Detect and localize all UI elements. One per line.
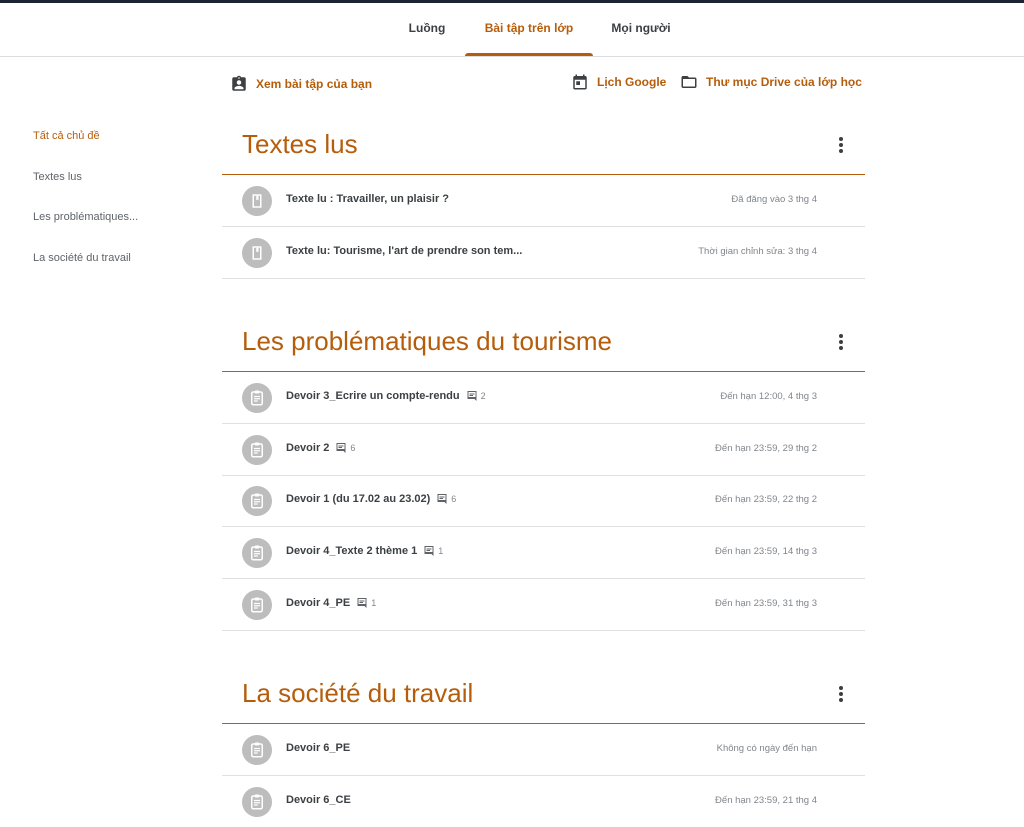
list-item[interactable]: Devoir 4_Texte 2 thème 11 Đến hạn 23:59,… — [222, 527, 865, 579]
comment-count: 6 — [335, 442, 355, 454]
item-title: Devoir 4_PE 1 — [286, 597, 377, 609]
topic-more-options-icon[interactable] — [832, 333, 850, 351]
comment-icon — [424, 546, 434, 557]
topic-more-options-icon[interactable] — [832, 685, 850, 703]
comment-icon — [336, 443, 346, 454]
tab-classwork[interactable]: Bài tập trên lớp — [465, 3, 593, 56]
item-meta: Đến hạn 23:59, 22 thg 2 — [715, 494, 817, 505]
assignment-icon — [242, 435, 272, 465]
assignment-icon — [242, 383, 272, 413]
google-calendar-link[interactable]: Lịch Google — [571, 70, 666, 94]
item-title: Devoir 26 — [286, 442, 356, 454]
item-meta: Không có ngày đến hạn — [716, 743, 817, 754]
assignment-icon — [242, 590, 272, 620]
list-item[interactable]: Texte lu: Tourisme, l'art de prendre son… — [222, 227, 865, 279]
list-item[interactable]: Devoir 1 (du 17.02 au 23.02) 6 Đến hạn 23… — [222, 475, 865, 527]
tab-people[interactable]: Mọi người — [603, 3, 679, 56]
tab-stream[interactable]: Luồng — [400, 3, 454, 56]
item-meta: Đến hạn 23:59, 14 thg 3 — [715, 546, 817, 557]
comment-count: 2 — [466, 390, 486, 402]
item-meta: Đến hạn 23:59, 21 thg 4 — [715, 795, 817, 806]
material-icon — [242, 186, 272, 216]
assignment-icon — [242, 486, 272, 516]
assignment-icon — [242, 787, 272, 817]
item-title: Devoir 3_Ecrire un compte-rendu 2 — [286, 390, 486, 402]
list-item[interactable]: Texte lu : Travailler, un plaisir ? Đã đ… — [222, 175, 865, 227]
item-title: Devoir 4_Texte 2 thème 11 — [286, 545, 444, 557]
calendar-icon — [573, 74, 587, 90]
item-meta: Đến hạn 23:59, 29 thg 2 — [715, 443, 817, 454]
list-item[interactable]: Devoir 26 Đến hạn 23:59, 29 thg 2 — [222, 424, 865, 476]
comment-icon — [357, 598, 367, 609]
item-title: Texte lu: Tourisme, l'art de prendre son… — [286, 245, 523, 257]
assignment-icon — [242, 735, 272, 765]
comment-count: 1 — [423, 545, 443, 557]
class-tabs: Luồng Bài tập trên lớp Mọi người — [0, 3, 1024, 57]
item-meta: Đến hạn 12:00, 4 thg 3 — [720, 391, 817, 402]
comment-count: 1 — [356, 597, 376, 609]
item-meta: Thời gian chỉnh sửa: 3 thg 4 — [698, 246, 817, 257]
item-meta: Đã đăng vào 3 thg 4 — [731, 194, 817, 205]
assignment-ind-icon — [232, 75, 246, 91]
assignment-icon — [242, 538, 272, 568]
item-title: Devoir 1 (du 17.02 au 23.02) 6 — [286, 493, 457, 505]
material-icon — [242, 238, 272, 268]
topic-title: La société du travail — [242, 678, 474, 708]
class-drive-folder-label: Thư mục Drive của lớp học — [706, 75, 862, 89]
item-title: Texte lu : Travailler, un plaisir ? — [286, 193, 450, 205]
item-title: Devoir 6_PE — [286, 742, 351, 754]
item-meta: Đến hạn 23:59, 31 thg 3 — [715, 598, 817, 609]
comment-count: 6 — [436, 493, 456, 505]
list-item[interactable]: Devoir 4_PE 1 Đến hạn 23:59, 31 thg 3 — [222, 579, 865, 631]
comment-icon — [437, 494, 447, 505]
list-item[interactable]: Devoir 3_Ecrire un compte-rendu 2 Đến hạn… — [222, 372, 865, 424]
list-item[interactable]: Devoir 6_PE Không có ngày đến hạn — [222, 724, 865, 776]
sidebar-item-textes-lus[interactable]: Textes lus — [33, 171, 82, 183]
sidebar-item-la-societe[interactable]: La société du travail — [33, 252, 131, 264]
sidebar-item-all-topics[interactable]: Tất cả chủ đề — [33, 130, 100, 142]
comment-icon — [467, 391, 477, 402]
item-title: Devoir 6_CE — [286, 794, 351, 806]
folder-icon — [681, 76, 697, 88]
view-your-work-link[interactable]: Xem bài tập của bạn — [230, 72, 372, 96]
topic-more-options-icon[interactable] — [832, 136, 850, 154]
topic-title: Textes lus — [242, 129, 358, 159]
view-your-work-label: Xem bài tập của bạn — [256, 77, 373, 91]
topic-title: Les problématiques du tourisme — [242, 326, 612, 356]
class-drive-folder-link[interactable]: Thư mục Drive của lớp học — [680, 70, 862, 94]
list-item[interactable]: Devoir 6_CE Đến hạn 23:59, 21 thg 4 — [222, 776, 865, 827]
sidebar-item-les-problematiques[interactable]: Les problématiques... — [33, 211, 138, 223]
google-calendar-label: Lịch Google — [597, 75, 667, 89]
